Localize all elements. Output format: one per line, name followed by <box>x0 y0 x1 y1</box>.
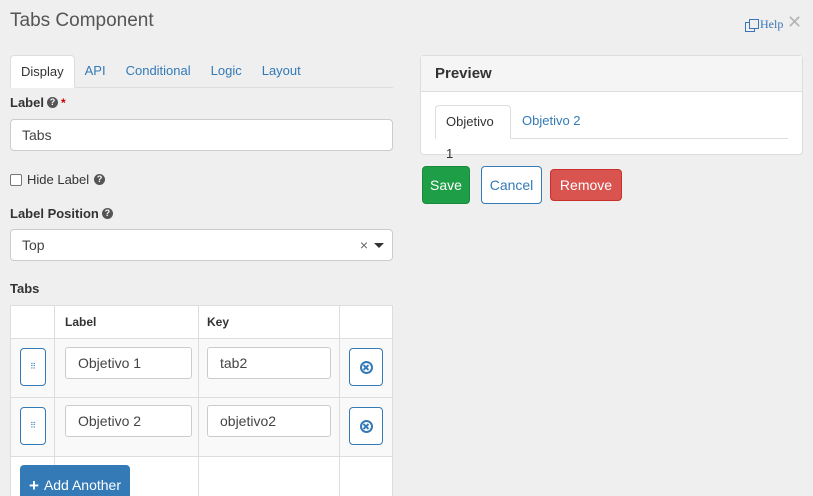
preview-title: Preview <box>421 56 802 92</box>
row-label-input[interactable]: Objetivo 2 <box>65 405 192 437</box>
tabs-table-title: Tabs <box>10 281 40 296</box>
label-input[interactable]: Tabs <box>10 119 393 151</box>
row-divider <box>11 456 392 457</box>
remove-row-button[interactable] <box>349 407 383 445</box>
tab-api[interactable]: API <box>75 55 116 88</box>
hide-label-row: Hide Label ? <box>10 172 106 187</box>
tab-display[interactable]: Display <box>10 55 75 88</box>
drag-handle-icon[interactable]: ⠿ <box>20 407 46 445</box>
column-divider <box>339 306 340 496</box>
question-icon[interactable]: ? <box>94 174 106 185</box>
remove-circle-icon <box>359 419 373 433</box>
editor-tabs: Display API Conditional Logic Layout <box>10 55 393 88</box>
preview-tab-objetivo-1[interactable]: Objetivo 1 <box>435 105 511 161</box>
label-field-text: Label <box>10 95 44 110</box>
close-icon[interactable]: ✕ <box>787 13 802 31</box>
label-position-label: Label Position ? <box>10 206 113 221</box>
label-field-label: Label ? * <box>10 95 66 110</box>
preview-tab-objetivo-2[interactable]: Objetivo 2 <box>511 105 592 139</box>
remove-circle-icon <box>359 360 373 374</box>
row-label-input[interactable]: Objetivo 1 <box>65 347 192 379</box>
help-link[interactable]: Help <box>745 17 783 32</box>
required-mark: * <box>60 95 66 110</box>
help-label: Help <box>760 17 784 31</box>
label-position-select[interactable]: Top × <box>10 229 393 261</box>
row-key-input[interactable]: objetivo2 <box>207 405 331 437</box>
hide-label-text: Hide Label <box>27 172 90 187</box>
preview-panel: Preview Objetivo 1 Objetivo 2 <box>420 55 803 161</box>
tab-conditional[interactable]: Conditional <box>116 55 201 88</box>
column-divider <box>198 306 199 496</box>
column-header-label: Label <box>65 315 97 329</box>
column-header-key: Key <box>207 315 230 329</box>
row-key-input[interactable]: tab2 <box>207 347 331 379</box>
label-position-text: Label Position <box>10 206 99 221</box>
tab-layout[interactable]: Layout <box>252 55 311 88</box>
cancel-button[interactable]: Cancel <box>481 166 542 204</box>
tabs-table: Label Key ⠿ Objetivo 1 tab2 ⠿ Objetivo 2… <box>10 305 393 496</box>
question-icon[interactable]: ? <box>101 208 113 219</box>
caret-down-icon[interactable] <box>374 243 384 248</box>
row-divider <box>11 397 392 398</box>
question-icon[interactable]: ? <box>46 97 58 108</box>
clear-icon[interactable]: × <box>360 230 368 260</box>
row-divider <box>11 338 392 339</box>
plus-icon: + <box>29 475 39 495</box>
add-another-button[interactable]: + Add Another <box>20 465 130 496</box>
remove-row-button[interactable] <box>349 348 383 386</box>
hide-label-checkbox[interactable] <box>10 173 22 186</box>
tab-logic[interactable]: Logic <box>201 55 252 88</box>
external-window-icon <box>745 18 759 32</box>
label-position-value: Top <box>22 237 45 253</box>
remove-button[interactable]: Remove <box>550 169 622 201</box>
drag-handle-icon[interactable]: ⠿ <box>20 348 46 386</box>
preview-tabs: Objetivo 1 Objetivo 2 <box>435 105 788 161</box>
save-button[interactable]: Save <box>422 166 470 204</box>
add-another-label: Add Another <box>43 477 121 493</box>
dialog-title: Tabs Component <box>10 10 154 31</box>
